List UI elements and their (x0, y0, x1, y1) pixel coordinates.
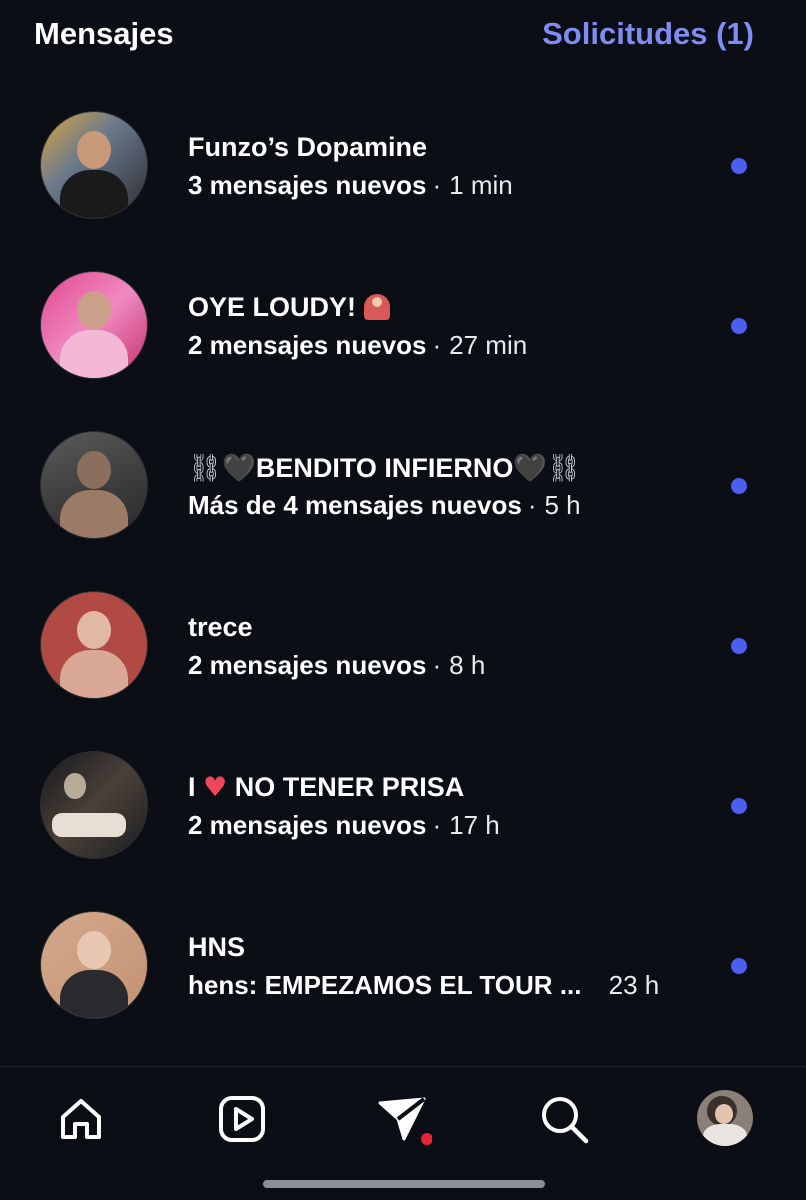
messages-icon[interactable] (376, 1091, 433, 1147)
thread-preview: 3 mensajes nuevos · 1 min (188, 170, 513, 201)
thread-name: OYE LOUDY! (188, 292, 390, 323)
unread-dot (731, 798, 747, 814)
requests-link[interactable]: Solicitudes (1) (542, 16, 754, 52)
thread-name: I ♥ NO TENER PRISA (188, 772, 465, 803)
thread-time: 27 min (449, 330, 528, 360)
unread-dot (731, 478, 747, 494)
thread-name: ⛓🖤BENDITO INFIERNO🖤⛓ (188, 453, 582, 484)
avatar (40, 431, 148, 539)
search-icon[interactable] (536, 1091, 592, 1147)
thread-time: 5 h (544, 490, 581, 520)
separator-dot: · (432, 810, 442, 840)
notification-dot (421, 1133, 433, 1145)
thread-row[interactable]: OYE LOUDY! 2 mensajes nuevos · 27 min (0, 256, 806, 416)
thread-row[interactable]: HNS hens: EMPEZAMOS EL TOUR ... 23 h (0, 896, 806, 1056)
black-heart-icon: 🖤 (513, 453, 548, 484)
avatar (40, 911, 148, 1019)
separator-dot: · (432, 330, 442, 360)
thread-time: 8 h (449, 650, 486, 680)
red-heart-icon: ♥ (203, 772, 228, 803)
thread-row[interactable]: trece 2 mensajes nuevos · 8 h (0, 576, 806, 736)
thread-preview: Más de 4 mensajes nuevos · 5 h (188, 490, 581, 521)
thread-name: trece (188, 612, 253, 642)
thread-status: Más de 4 mensajes nuevos (188, 490, 522, 520)
person-gesturing-no-emoji (363, 294, 390, 320)
black-heart-icon: 🖤 (222, 453, 256, 484)
thread-row[interactable]: I ♥ NO TENER PRISA 2 mensajes nuevos · 17 … (0, 736, 806, 896)
thread-row[interactable]: Funzo’s Dopamine 3 mensajes nuevos · 1 min (0, 96, 806, 256)
avatar (40, 751, 148, 859)
thread-row[interactable]: ⛓🖤BENDITO INFIERNO🖤⛓ Más de 4 mensajes n… (0, 416, 806, 576)
thread-preview: 2 mensajes nuevos · 8 h (188, 650, 485, 681)
separator-dot: · (432, 650, 442, 680)
reels-icon[interactable] (214, 1091, 270, 1147)
thread-name: HNS (188, 932, 246, 962)
separator-dot: · (432, 170, 442, 200)
home-icon[interactable] (53, 1091, 109, 1147)
unread-dot (731, 638, 747, 654)
separator-dot: · (527, 490, 537, 520)
page-title: Mensajes (34, 16, 174, 51)
header: Mensajes Solicitudes (1) (0, 0, 806, 80)
thread-time: 1 min (449, 170, 513, 200)
profile-avatar[interactable] (697, 1090, 753, 1146)
avatar (40, 111, 148, 219)
unread-dot (731, 318, 747, 334)
thread-preview: 2 mensajes nuevos · 27 min (188, 330, 527, 361)
avatar (40, 271, 148, 379)
home-indicator[interactable] (263, 1180, 545, 1188)
unread-dot (731, 958, 747, 974)
thread-preview: hens: EMPEZAMOS EL TOUR ... 23 h (188, 970, 659, 1001)
chain-icon: ⛓ (188, 453, 223, 484)
chain-icon: ⛓ (547, 453, 582, 484)
thread-preview: 2 mensajes nuevos · 17 h (188, 810, 500, 841)
thread-status: 2 mensajes nuevos (188, 650, 427, 680)
thread-status: 2 mensajes nuevos (188, 810, 427, 840)
unread-dot (731, 158, 747, 174)
thread-list: Funzo’s Dopamine 3 mensajes nuevos · 1 min… (0, 96, 806, 1056)
thread-status: hens: EMPEZAMOS EL TOUR ... (188, 970, 582, 1000)
thread-time: 17 h (449, 810, 500, 840)
thread-status: 2 mensajes nuevos (188, 330, 427, 360)
thread-time: 23 h (608, 970, 660, 1000)
thread-status: 3 mensajes nuevos (188, 170, 427, 200)
avatar (40, 591, 148, 699)
thread-name: Funzo’s Dopamine (188, 132, 428, 162)
